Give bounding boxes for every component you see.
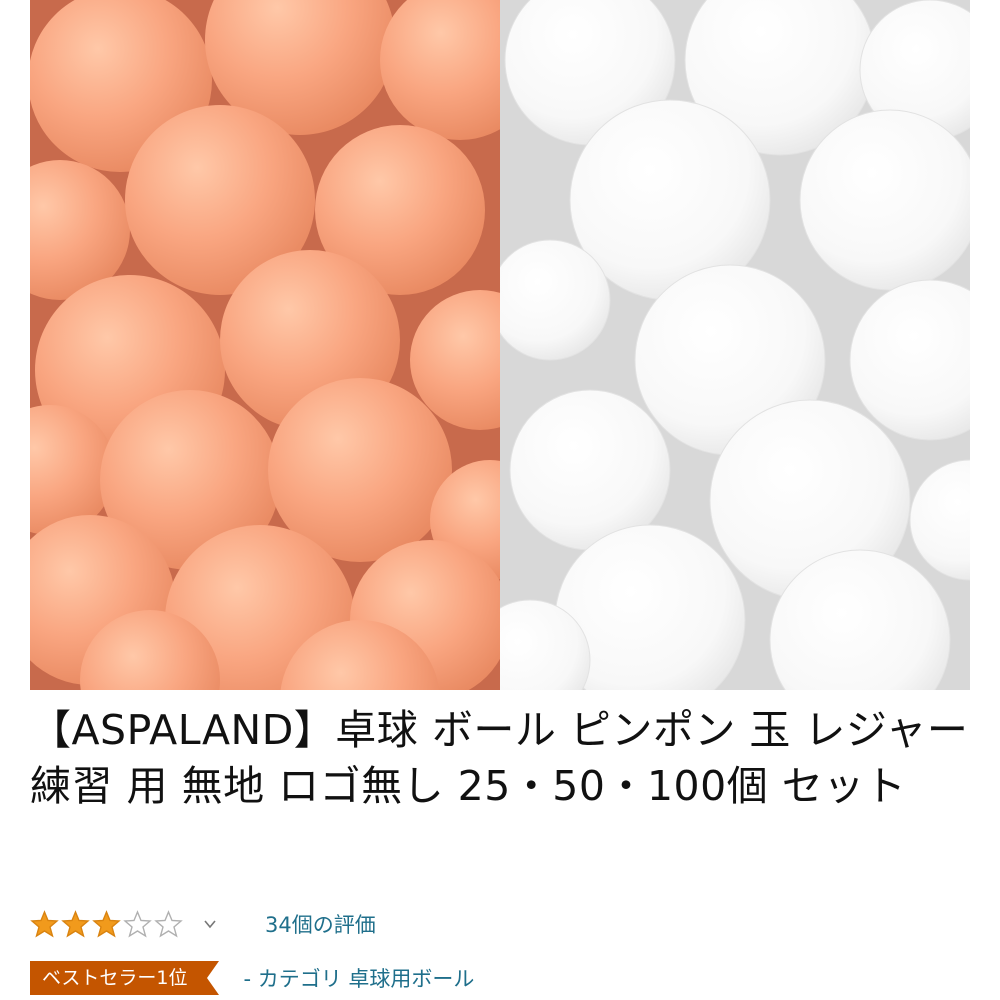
star-filled-icon: [92, 909, 121, 938]
rating-row: 34個の評価: [30, 906, 376, 942]
star-rating[interactable]: [30, 909, 185, 939]
white-ball-shape: [799, 109, 970, 291]
category-link[interactable]: - カテゴリ 卓球用ボール: [243, 963, 474, 993]
product-image[interactable]: [30, 0, 970, 690]
chevron-down-icon[interactable]: [203, 917, 217, 931]
rating-count-link[interactable]: 34個の評価: [265, 909, 376, 939]
star-empty-icon: [123, 909, 152, 938]
star-filled-icon: [61, 909, 90, 938]
bestseller-row: ベストセラー1位 - カテゴリ 卓球用ボール: [30, 960, 474, 996]
star-empty-icon: [154, 909, 183, 938]
badge-tail-shape: [201, 961, 220, 995]
white-ball-shape: [500, 239, 611, 361]
ping-pong-balls-photo-icon: [30, 0, 970, 690]
star-filled-icon: [30, 909, 59, 938]
bestseller-badge[interactable]: ベストセラー1位: [30, 961, 202, 995]
product-title[interactable]: 【ASPALAND】卓球 ボール ピンポン 玉 レジャー 練習 用 無地 ロゴ無…: [30, 702, 975, 814]
